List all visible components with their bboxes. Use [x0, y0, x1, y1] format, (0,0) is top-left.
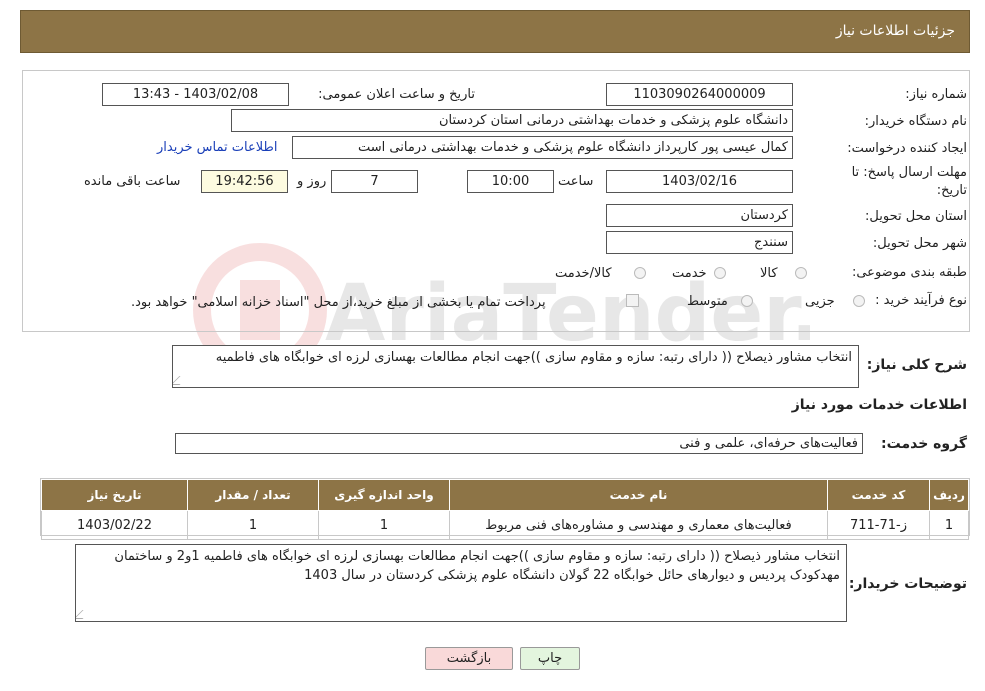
announce-date-field: 1403/02/08 - 13:43 — [102, 83, 289, 106]
need-number-label: شماره نیاز: — [905, 87, 967, 102]
province-field: کردستان — [606, 204, 793, 227]
process-radio-medium[interactable] — [741, 295, 753, 307]
requester-field: کمال عیسی پور کارپرداز دانشگاه علوم پزشک… — [292, 136, 793, 159]
page-header: جزئیات اطلاعات نیاز — [20, 10, 970, 53]
province-label: استان محل تحویل: — [865, 209, 967, 224]
category-option-goods-service: کالا/خدمت — [555, 266, 612, 281]
days-field: 7 — [331, 170, 418, 193]
need-number-field: 1103090264000009 — [606, 83, 793, 106]
resize-grip-icon[interactable] — [76, 610, 92, 619]
table-header-row: ردیف کد خدمت نام خدمت واحد اندازه گیری ت… — [41, 479, 969, 511]
deadline-date-field: 1403/02/16 — [606, 170, 793, 193]
service-group-field: فعالیت‌های حرفه‌ای، علمی و فنی — [175, 433, 863, 454]
cell-unit: 1 — [318, 510, 450, 540]
category-radio-goods-service[interactable] — [634, 267, 646, 279]
remaining-time-field: 19:42:56 — [201, 170, 288, 193]
deadline-label: مهلت ارسال پاسخ: تا — [851, 165, 967, 180]
col-header-quantity: تعداد / مقدار — [187, 479, 319, 511]
services-section-title: اطلاعات خدمات مورد نیاز — [791, 397, 967, 413]
treasury-payment-checkbox[interactable] — [626, 294, 639, 307]
buyer-notes-label: توضیحات خریدار: — [848, 576, 967, 592]
category-radio-service[interactable] — [714, 267, 726, 279]
deadline-time-field: 10:00 — [467, 170, 554, 193]
process-type-label: نوع فرآیند خرید : — [875, 293, 967, 308]
resize-grip-icon[interactable] — [173, 376, 189, 385]
description-label: شرح کلی نیاز: — [866, 357, 967, 373]
back-button[interactable]: بازگشت — [425, 647, 513, 670]
buyer-org-label: نام دستگاه خریدار: — [864, 114, 967, 129]
category-label: طبقه بندی موضوعی: — [851, 265, 967, 280]
deadline-time-label: ساعت — [558, 174, 594, 189]
col-header-row-number: ردیف — [929, 479, 969, 511]
col-header-service-name: نام خدمت — [449, 479, 828, 511]
col-header-unit: واحد اندازه گیری — [318, 479, 450, 511]
col-header-need-date: تاریخ نیاز — [41, 479, 188, 511]
deadline-label-line2: تاریخ: — [936, 183, 967, 198]
remaining-time-label: ساعت باقی مانده — [84, 174, 181, 189]
city-field: سنندج — [606, 231, 793, 254]
col-header-service-code: کد خدمت — [827, 479, 930, 511]
city-label: شهر محل تحویل: — [872, 236, 967, 251]
print-button[interactable]: چاپ — [520, 647, 580, 670]
buyer-contact-link[interactable]: اطلاعات تماس خریدار — [157, 140, 277, 155]
cell-service-code: ز-71-711 — [827, 510, 930, 540]
category-option-service: خدمت — [672, 266, 707, 281]
treasury-payment-note: پرداخت تمام یا بخشی از مبلغ خرید،از محل … — [131, 295, 546, 310]
cell-need-date: 1403/02/22 — [41, 510, 188, 540]
process-option-medium: متوسط — [687, 294, 728, 309]
process-radio-minor[interactable] — [853, 295, 865, 307]
page-title: جزئیات اطلاعات نیاز — [835, 23, 955, 39]
announce-date-label: تاریخ و ساعت اعلان عمومی: — [318, 87, 475, 102]
buyer-notes-textarea: انتخاب مشاور ذیصلاح (( دارای رتبه: سازه … — [75, 544, 847, 622]
cell-quantity: 1 — [187, 510, 319, 540]
services-table: ردیف کد خدمت نام خدمت واحد اندازه گیری ت… — [40, 478, 970, 540]
description-text: انتخاب مشاور ذیصلاح (( دارای رتبه: سازه … — [215, 350, 852, 365]
requester-label: ایجاد کننده درخواست: — [847, 141, 967, 156]
buyer-org-field: دانشگاه علوم پزشکی و خدمات بهداشتی درمان… — [231, 109, 793, 132]
description-textarea: انتخاب مشاور ذیصلاح (( دارای رتبه: سازه … — [172, 345, 859, 388]
service-group-label: گروه خدمت: — [881, 436, 967, 452]
buyer-notes-text: انتخاب مشاور ذیصلاح (( دارای رتبه: سازه … — [114, 549, 840, 583]
table-row: 1 ز-71-711 فعالیت‌های معماری و مهندسی و … — [41, 510, 969, 540]
category-option-goods: کالا — [760, 266, 778, 281]
process-option-minor: جزیی — [805, 294, 835, 309]
cell-row-number: 1 — [929, 510, 969, 540]
cell-service-name: فعالیت‌های معماری و مهندسی و مشاوره‌های … — [449, 510, 828, 540]
days-label: روز و — [297, 174, 327, 189]
category-radio-goods[interactable] — [795, 267, 807, 279]
